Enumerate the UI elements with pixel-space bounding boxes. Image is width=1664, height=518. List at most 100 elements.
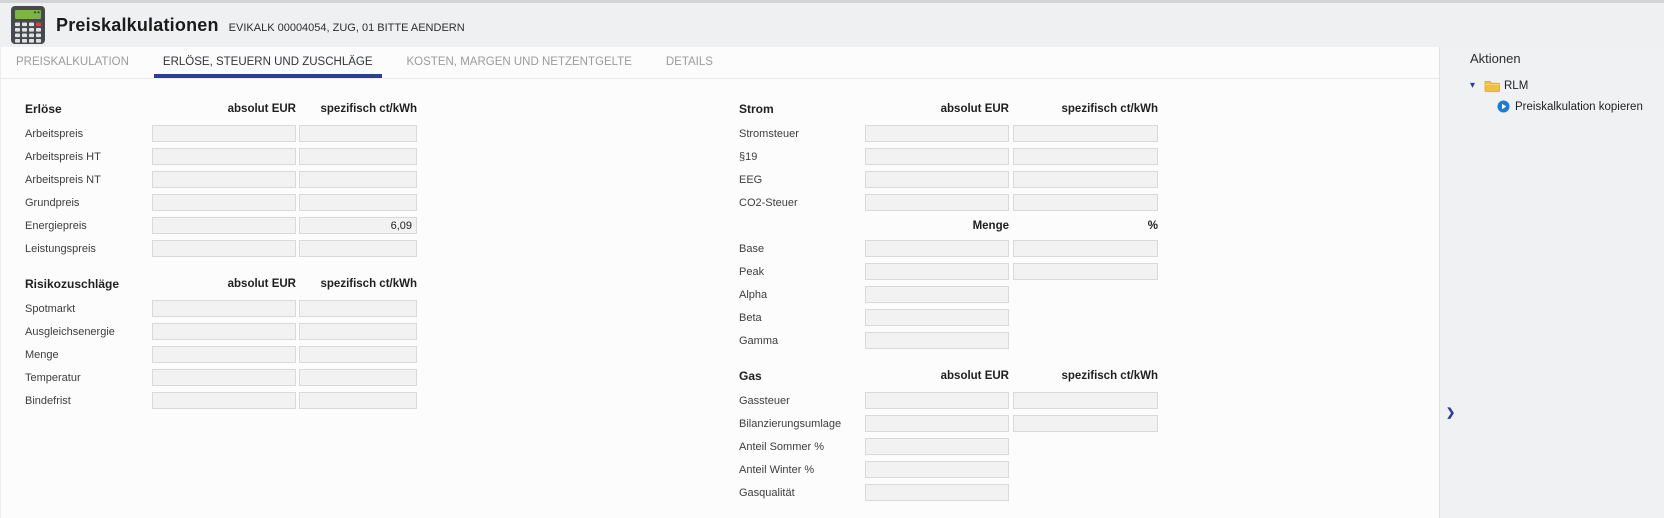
field-eeg-absolut[interactable] — [865, 171, 1009, 188]
field-arbeitspreis-nt-spezifisch[interactable] — [299, 171, 417, 188]
column-header-menge: Menge — [865, 220, 1009, 232]
field-label: Anteil Winter % — [739, 464, 861, 476]
form-row-anteil-sommer: Anteil Sommer % — [739, 438, 1158, 455]
field-19-spezifisch[interactable] — [1013, 148, 1158, 165]
field-gassteuer-spezifisch[interactable] — [1013, 392, 1158, 409]
section-title: Risikozuschläge — [25, 277, 149, 291]
field-19-absolut[interactable] — [865, 148, 1009, 165]
form-row-eeg: EEG — [739, 171, 1158, 188]
tab-details[interactable]: DETAILS — [666, 47, 713, 78]
field-menge-absolut[interactable] — [152, 346, 296, 363]
actions-sidebar: Aktionen ▾ RLM Preiskalkulation kopieren — [1470, 51, 1664, 113]
form-row-gamma: Gamma — [739, 332, 1158, 349]
field-gasqualität-value[interactable] — [865, 484, 1009, 501]
field-label: Energiepreis — [25, 220, 149, 232]
field-energiepreis-absolut[interactable] — [152, 217, 296, 234]
field-label: Base — [739, 243, 861, 255]
field-co2-steuer-absolut[interactable] — [865, 194, 1009, 211]
app-header: Preiskalkulationen EVIKALK 00004054, ZUG… — [0, 0, 1664, 47]
field-arbeitspreis-absolut[interactable] — [152, 125, 296, 142]
form-row-temperatur: Temperatur — [25, 369, 427, 386]
field-base-menge[interactable] — [865, 240, 1009, 257]
field-grundpreis-spezifisch[interactable] — [299, 194, 417, 211]
content-panel: PREISKALKULATION ERLÖSE, STEUERN UND ZUSC… — [0, 47, 1440, 518]
field-anteil-winter-value[interactable] — [865, 461, 1009, 478]
column-header-spezifisch-ct-kwh: spezifisch ct/kWh — [299, 278, 417, 290]
field-label: Stromsteuer — [739, 128, 861, 140]
section-title: Strom — [739, 102, 861, 116]
column-header-absolut-eur: absolut EUR — [152, 278, 296, 290]
play-icon — [1497, 100, 1510, 113]
field-leistungspreis-spezifisch[interactable] — [299, 240, 417, 257]
field-alpha-value[interactable] — [865, 286, 1009, 303]
form-row-arbeitspreis: Arbeitspreis — [25, 125, 427, 142]
field-label: Leistungspreis — [25, 243, 149, 255]
field-bilanzierungsumlage-spezifisch[interactable] — [1013, 415, 1158, 432]
field-label: Alpha — [739, 289, 861, 301]
field-beta-value[interactable] — [865, 309, 1009, 326]
field-label: Arbeitspreis — [25, 128, 149, 140]
field-menge-spezifisch[interactable] — [299, 346, 417, 363]
form-row-arbeitspreis-nt: Arbeitspreis NT — [25, 171, 427, 188]
subheader-row: Menge% — [739, 217, 1158, 234]
field-label: Arbeitspreis NT — [25, 174, 149, 186]
field-ausgleichsenergie-spezifisch[interactable] — [299, 323, 417, 340]
form-row-spotmarkt: Spotmarkt — [25, 300, 427, 317]
sidebar-collapse-chevron-icon[interactable]: ❯ — [1446, 406, 1455, 419]
field-label: §19 — [739, 151, 861, 163]
field-anteil-sommer-value[interactable] — [865, 438, 1009, 455]
field-label: Menge — [25, 349, 149, 361]
field-label: Temperatur — [25, 372, 149, 384]
tab-preiskalkulation[interactable]: PREISKALKULATION — [16, 47, 129, 78]
tab-erlöse-steuern-und-zuschläge[interactable]: ERLÖSE, STEUERN UND ZUSCHLÄGE — [163, 47, 373, 78]
field-spotmarkt-spezifisch[interactable] — [299, 300, 417, 317]
field-arbeitspreis-spezifisch[interactable] — [299, 125, 417, 142]
caret-down-icon[interactable]: ▾ — [1470, 81, 1480, 91]
field-temperatur-spezifisch[interactable] — [299, 369, 417, 386]
actions-title: Aktionen — [1470, 51, 1664, 66]
form-row-beta: Beta — [739, 309, 1158, 326]
page-subtitle: EVIKALK 00004054, ZUG, 01 BITTE AENDERN — [229, 22, 465, 34]
field-gamma-value[interactable] — [865, 332, 1009, 349]
section-header-row: Stromabsolut EURspezifisch ct/kWh — [739, 100, 1158, 117]
section-title: Erlöse — [25, 102, 149, 116]
field-label: Gassteuer — [739, 395, 861, 407]
field-label: Bilanzierungsumlage — [739, 418, 861, 430]
field-ausgleichsenergie-absolut[interactable] — [152, 323, 296, 340]
form-row-energiepreis: Energiepreis — [25, 217, 427, 234]
field-energiepreis-spezifisch[interactable] — [299, 217, 417, 234]
field-label: Arbeitspreis HT — [25, 151, 149, 163]
action-label: Preiskalkulation kopieren — [1515, 101, 1643, 113]
field-label: Beta — [739, 312, 861, 324]
field-eeg-spezifisch[interactable] — [1013, 171, 1158, 188]
tab-kosten-margen-und-netzentgelte[interactable]: KOSTEN, MARGEN UND NETZENTGELTE — [407, 47, 632, 78]
field-bindefrist-spezifisch[interactable] — [299, 392, 417, 409]
field-grundpreis-absolut[interactable] — [152, 194, 296, 211]
form-row-anteil-winter: Anteil Winter % — [739, 461, 1158, 478]
column-header-absolut-eur: absolut EUR — [865, 370, 1009, 382]
field-stromsteuer-spezifisch[interactable] — [1013, 125, 1158, 142]
field-leistungspreis-absolut[interactable] — [152, 240, 296, 257]
field-temperatur-absolut[interactable] — [152, 369, 296, 386]
field-arbeitspreis-ht-absolut[interactable] — [152, 148, 296, 165]
field-arbeitspreis-nt-absolut[interactable] — [152, 171, 296, 188]
field-label: Ausgleichsenergie — [25, 326, 149, 338]
field-co2-steuer-spezifisch[interactable] — [1013, 194, 1158, 211]
field-bilanzierungsumlage-absolut[interactable] — [865, 415, 1009, 432]
field-peak-menge[interactable] — [865, 263, 1009, 280]
field-arbeitspreis-ht-spezifisch[interactable] — [299, 148, 417, 165]
field-label: CO2-Steuer — [739, 197, 861, 209]
field-gassteuer-absolut[interactable] — [865, 392, 1009, 409]
field-base-prozent[interactable] — [1013, 240, 1158, 257]
column-header-spezifisch-ct-kwh: spezifisch ct/kWh — [299, 103, 417, 115]
action-preiskalkulation-kopieren[interactable]: Preiskalkulation kopieren — [1497, 100, 1664, 113]
field-peak-prozent[interactable] — [1013, 263, 1158, 280]
field-stromsteuer-absolut[interactable] — [865, 125, 1009, 142]
section-title: Gas — [739, 369, 861, 383]
form-row-bindefrist: Bindefrist — [25, 392, 427, 409]
field-bindefrist-absolut[interactable] — [152, 392, 296, 409]
section-erlöse: Erlöseabsolut EURspezifisch ct/kWhArbeit… — [25, 100, 427, 257]
field-spotmarkt-absolut[interactable] — [152, 300, 296, 317]
folder-node-rlm[interactable]: ▾ RLM — [1470, 79, 1664, 92]
form-column-left: Erlöseabsolut EURspezifisch ct/kWhArbeit… — [25, 100, 427, 427]
